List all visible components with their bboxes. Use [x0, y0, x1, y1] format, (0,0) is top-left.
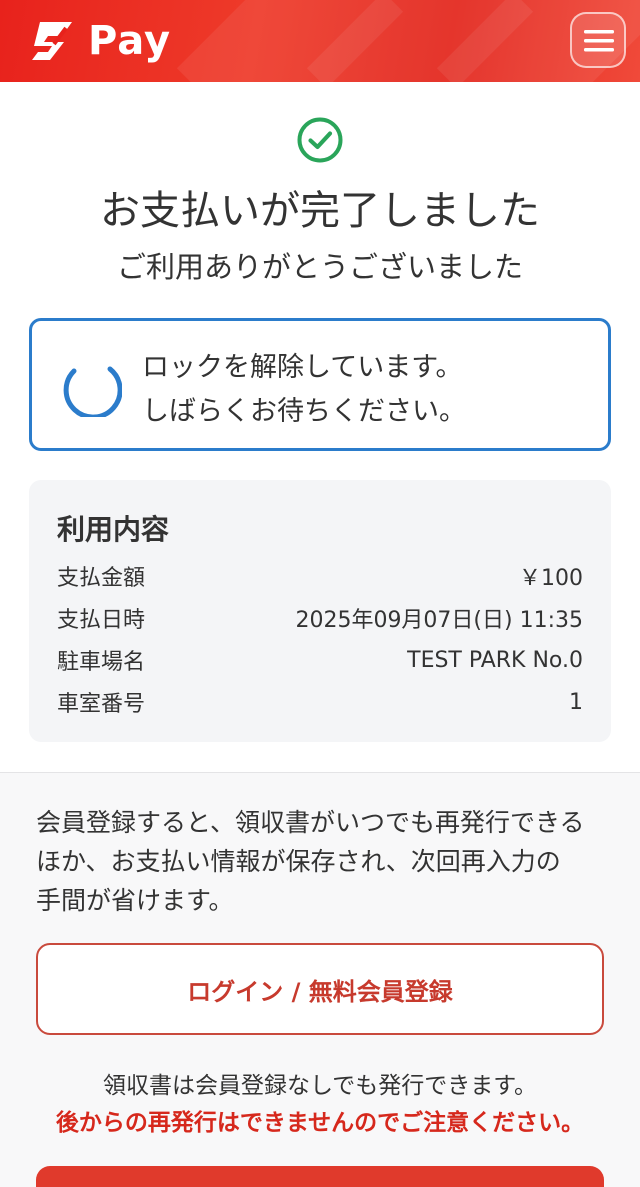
member-benefit-line: ほか、お支払い情報が保存され、次回再入力の	[36, 847, 561, 876]
loading-spinner-icon	[63, 366, 122, 417]
login-register-button[interactable]: ログイン / 無料会員登録	[36, 943, 604, 1035]
detail-label: 支払金額	[57, 566, 146, 591]
page-title: お支払いが完了しました	[100, 188, 540, 234]
detail-row-datetime: 支払日時 2025年09月07日(日) 11:35	[57, 602, 583, 634]
logo-text: Pay	[88, 18, 172, 64]
member-registration-section: 会員登録すると、領収書がいつでも再発行できる ほか、お支払い情報が保存され、次回…	[0, 772, 640, 1187]
member-benefit-line: 会員登録すると、領収書がいつでも再発行できる	[36, 808, 585, 837]
usage-details-card: 利用内容 支払金額 ￥100 支払日時 2025年09月07日(日) 11:35…	[29, 480, 611, 742]
page-subtitle: ご利用ありがとうございました	[116, 250, 523, 284]
detail-value: TEST PARK No.0	[407, 647, 583, 673]
receipt-note: 領収書は会員登録なしでも発行できます。	[102, 1073, 537, 1099]
detail-label: 車室番号	[57, 692, 146, 717]
unlock-message: ロックを解除しています。 しばらくお待ちください。	[142, 346, 466, 434]
s-pay-logo-icon	[32, 22, 72, 60]
app-logo[interactable]: Pay	[26, 16, 171, 66]
details-title: 利用内容	[57, 513, 170, 546]
issue-receipt-button[interactable]	[36, 1166, 604, 1187]
detail-row-amount: 支払金額 ￥100	[57, 560, 583, 592]
detail-row-parking-name: 駐車場名 TEST PARK No.0	[57, 644, 583, 676]
detail-value: 2025年09月07日(日) 11:35	[295, 608, 583, 633]
detail-row-space-number: 車室番号 1	[57, 686, 583, 718]
detail-value: 1	[569, 689, 583, 715]
detail-value: ￥100	[519, 566, 583, 591]
unlock-status-panel: ロックを解除しています。 しばらくお待ちください。	[29, 318, 611, 451]
unlock-message-line: ロックを解除しています。	[142, 352, 463, 383]
check-circle-icon	[297, 117, 343, 163]
member-benefit-text: 会員登録すると、領収書がいつでも再発行できる ほか、お支払い情報が保存され、次回…	[36, 803, 606, 920]
hamburger-menu-icon	[584, 30, 614, 52]
unlock-message-line: しばらくお待ちください。	[142, 396, 466, 427]
detail-label: 駐車場名	[57, 650, 146, 675]
receipt-warning: 後からの再発行はできませんのでご注意ください。	[55, 1110, 585, 1136]
member-benefit-line: 手間が省けます。	[36, 886, 234, 915]
detail-label: 支払日時	[57, 608, 146, 633]
menu-button[interactable]	[570, 12, 626, 68]
app-header: Pay	[0, 0, 640, 82]
